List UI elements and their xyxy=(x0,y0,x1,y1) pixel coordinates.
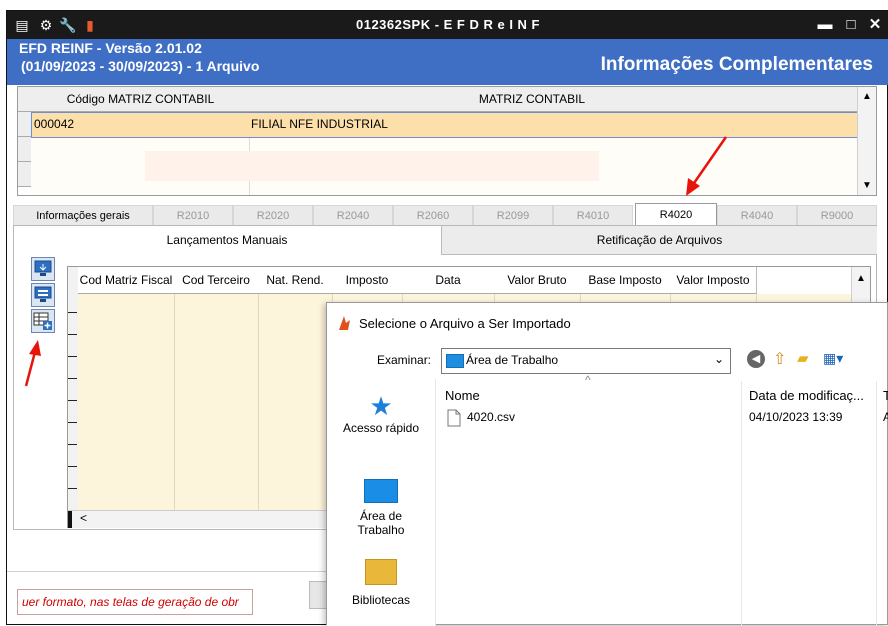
column-header[interactable]: Nat. Rend. xyxy=(258,267,333,294)
scroll-up-icon[interactable]: ▲ xyxy=(858,91,876,102)
sort-arrow-icon: ^ xyxy=(585,373,591,387)
column-header[interactable]: Cod Matriz Fiscal xyxy=(78,267,175,294)
row-header[interactable] xyxy=(18,162,32,187)
sidebar-label: Acesso rápido xyxy=(342,421,420,435)
column-header-blank xyxy=(814,87,859,112)
title-bar: ▤ ⚙ 🔧 ▮ 012362SPK - E F D R e I N F ▬ □ … xyxy=(7,11,888,39)
column-header[interactable]: Valor Bruto xyxy=(494,267,581,294)
cell-codigo: 000042 xyxy=(34,117,75,131)
column-header[interactable]: Cod Terceiro xyxy=(174,267,259,294)
monitor-icon xyxy=(34,286,52,302)
tab-r4040[interactable]: R4040 xyxy=(717,205,797,227)
look-in-select[interactable]: Área de Trabalho ⌄ xyxy=(441,348,731,374)
column-header[interactable]: Imposto xyxy=(332,267,403,294)
column-name-header[interactable]: Nome xyxy=(445,383,480,409)
sidebar-item-desktop[interactable]: Área de Trabalho xyxy=(327,479,435,537)
vertical-scrollbar[interactable]: ▲ ▼ xyxy=(857,87,876,195)
tab-r9000[interactable]: R9000 xyxy=(797,205,877,227)
tab-lancamentos-manuais[interactable]: Lançamentos Manuais xyxy=(14,226,440,254)
table-add-icon xyxy=(33,312,52,330)
export-grid-button[interactable] xyxy=(31,257,55,281)
up-folder-icon[interactable]: ⇧ xyxy=(773,349,786,369)
tab-r2060[interactable]: R2060 xyxy=(393,205,473,227)
column-header[interactable]: Valor Imposto xyxy=(670,267,757,294)
period-info: (01/09/2023 - 30/09/2023) - 1 Arquivo xyxy=(21,58,260,74)
file-icon xyxy=(447,409,461,427)
sidebar-item-quick-access[interactable]: ★ Acesso rápido xyxy=(327,391,435,435)
sidebar-label: Bibliotecas xyxy=(351,593,411,607)
column-header[interactable]: Data xyxy=(402,267,495,294)
file-type: A xyxy=(883,410,888,424)
header-band: EFD REINF - Versão 2.01.02 (01/09/2023 -… xyxy=(7,39,888,85)
app-version: EFD REINF - Versão 2.01.02 xyxy=(19,40,202,56)
minimize-button[interactable]: ▬ xyxy=(815,15,835,35)
file-dialog: Selecione o Arquivo a Ser Importado Exam… xyxy=(326,302,888,626)
row-header[interactable] xyxy=(18,112,32,137)
close-button[interactable]: ✕ xyxy=(865,15,885,35)
window-title: 012362SPK - E F D R e I N F xyxy=(355,17,540,32)
sidebar-item-libraries[interactable]: Bibliotecas xyxy=(327,559,435,607)
desktop-folder-icon xyxy=(446,354,464,368)
page-title: Informações Complementares xyxy=(600,54,873,75)
row-header[interactable] xyxy=(18,137,32,162)
file-modified: 04/10/2023 13:39 xyxy=(749,410,843,424)
chevron-down-icon[interactable]: ⌄ xyxy=(714,352,724,366)
file-row[interactable]: 4020.csv 04/10/2023 13:39 A xyxy=(443,407,888,429)
sidebar-label: Área de Trabalho xyxy=(357,509,405,537)
matriz-grid: Código MATRIZ CONTABIL MATRIZ CONTABIL 0… xyxy=(17,86,877,196)
new-folder-icon[interactable]: ▰ xyxy=(797,349,809,367)
annotation-arrow-tab xyxy=(686,136,728,196)
tab-r2040[interactable]: R2040 xyxy=(313,205,393,227)
column-type-header[interactable]: T xyxy=(883,383,888,409)
row-header-corner xyxy=(18,87,32,112)
back-icon[interactable]: ◀ xyxy=(747,350,765,368)
tab-strip: Informações gerais R2010 R2020 R2040 R20… xyxy=(13,203,877,228)
column-header[interactable]: Código MATRIZ CONTABIL xyxy=(31,87,251,112)
tab-r2010[interactable]: R2010 xyxy=(153,205,233,227)
app-flame-icon xyxy=(339,316,350,330)
column-header[interactable]: Base Imposto xyxy=(580,267,671,294)
monitor-icon xyxy=(34,260,52,276)
tab-informacoes-gerais[interactable]: Informações gerais xyxy=(13,205,153,227)
cell-matriz: FILIAL NFE INDUSTRIAL xyxy=(251,117,388,131)
look-in-value: Área de Trabalho xyxy=(466,353,559,367)
scroll-left-icon[interactable]: < xyxy=(80,511,87,525)
grid-empty-area xyxy=(31,136,857,195)
places-sidebar: ★ Acesso rápido Área de Trabalho Bibliot… xyxy=(327,379,436,626)
scroll-down-icon[interactable]: ▼ xyxy=(858,180,876,191)
status-message: uer formato, nas telas de geração de obr xyxy=(17,589,253,615)
tab-retificacao-arquivos[interactable]: Retificação de Arquivos xyxy=(441,226,877,255)
desktop-icon xyxy=(364,479,398,503)
view-menu-icon[interactable]: ▦▾ xyxy=(823,350,843,367)
annotation-arrow-import xyxy=(24,340,41,387)
table-row[interactable]: 000042 FILIAL NFE INDUSTRIAL xyxy=(31,112,859,138)
save-grid-button[interactable] xyxy=(31,283,55,307)
tab-r2099[interactable]: R2099 xyxy=(473,205,553,227)
import-file-button[interactable] xyxy=(31,309,55,333)
tab-r2020[interactable]: R2020 xyxy=(233,205,313,227)
star-icon: ★ xyxy=(369,391,393,421)
library-folder-icon xyxy=(365,559,397,585)
scroll-up-icon[interactable]: ▲ xyxy=(852,273,870,284)
look-in-label: Examinar: xyxy=(377,353,432,367)
column-modified-header[interactable]: Data de modificaç... xyxy=(749,383,864,409)
dialog-title: Selecione o Arquivo a Ser Importado xyxy=(359,316,571,331)
file-name: 4020.csv xyxy=(467,410,516,424)
tab-r4010[interactable]: R4010 xyxy=(553,205,633,227)
maximize-button[interactable]: □ xyxy=(841,15,861,35)
column-header[interactable]: MATRIZ CONTABIL xyxy=(250,87,815,112)
